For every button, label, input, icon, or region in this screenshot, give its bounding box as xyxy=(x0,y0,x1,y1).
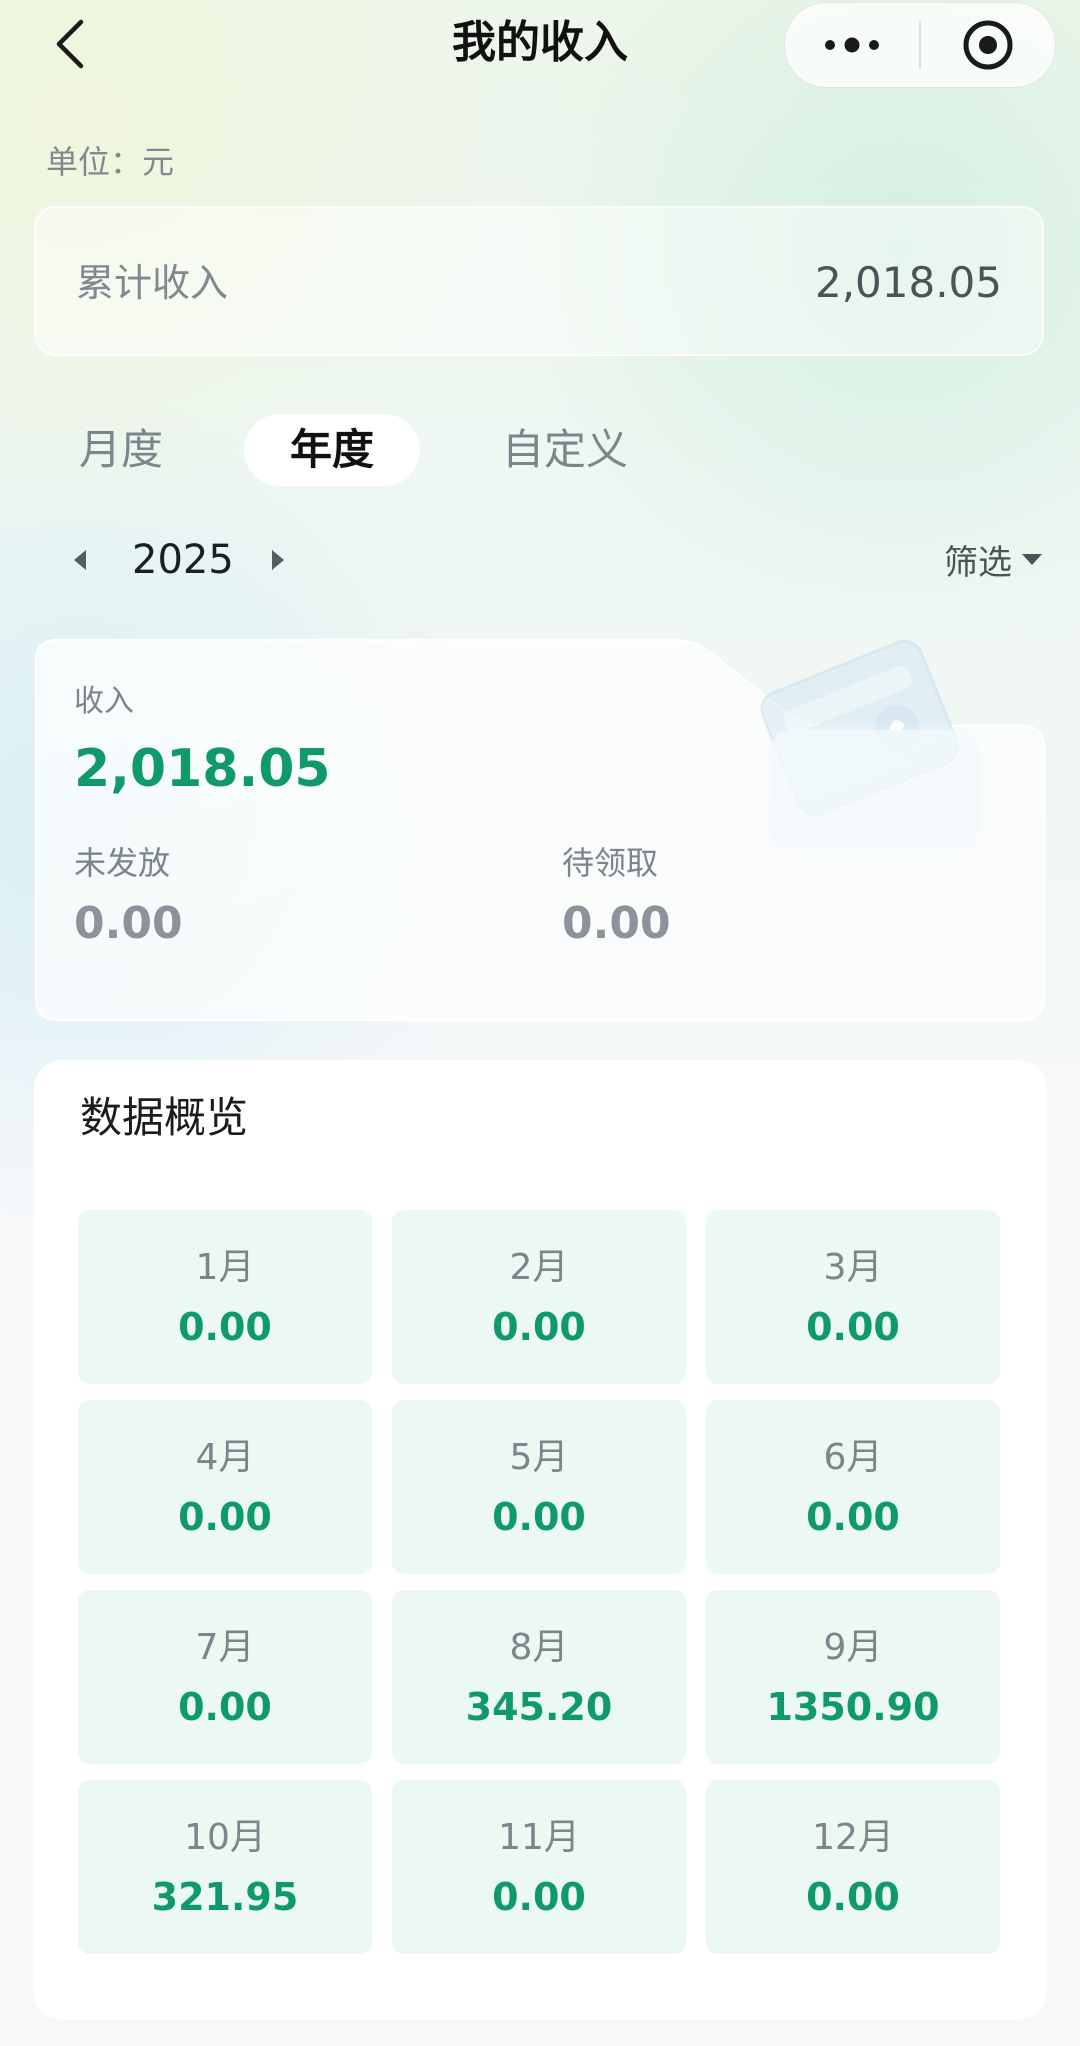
month-tile[interactable]: 3月 0.00 xyxy=(706,1210,1000,1384)
month-value: 321.95 xyxy=(151,1875,299,1919)
month-tile[interactable]: 6月 0.00 xyxy=(706,1400,1000,1574)
pending-label: 待领取 xyxy=(562,844,659,882)
previous-year-button[interactable] xyxy=(62,542,98,578)
target-circle-icon xyxy=(963,20,1013,70)
income-label: 收入 xyxy=(74,684,134,719)
filter-button[interactable]: 筛选 xyxy=(944,534,1042,584)
month-label: 12月 xyxy=(812,1817,894,1858)
back-button[interactable] xyxy=(40,14,100,74)
month-label: 11月 xyxy=(498,1817,580,1858)
month-value: 0.00 xyxy=(492,1305,586,1349)
month-tile[interactable]: 2月 0.00 xyxy=(392,1210,686,1384)
month-tile[interactable]: 5月 0.00 xyxy=(392,1400,686,1574)
month-label: 6月 xyxy=(823,1437,883,1478)
filter-label: 筛选 xyxy=(944,542,1012,583)
caret-left-icon xyxy=(74,550,86,570)
total-income-value: 2,018.05 xyxy=(814,258,1002,307)
data-overview-title: 数据概览 xyxy=(80,1093,249,1142)
month-label: 5月 xyxy=(509,1437,569,1478)
month-label: 9月 xyxy=(823,1627,883,1668)
income-value: 2,018.05 xyxy=(74,739,331,799)
month-value: 0.00 xyxy=(492,1495,586,1539)
month-tile[interactable]: 12月 0.00 xyxy=(706,1780,1000,1954)
more-dots-icon xyxy=(825,37,879,53)
unit-label: 单位：元 xyxy=(46,143,175,181)
month-label: 2月 xyxy=(509,1247,569,1288)
month-label: 7月 xyxy=(195,1627,255,1668)
month-value: 1350.90 xyxy=(766,1685,940,1729)
tab-yearly[interactable]: 年度 xyxy=(244,414,420,486)
month-grid: 1月 0.00 2月 0.00 3月 0.00 4月 0.00 5月 0.00 … xyxy=(78,1210,1002,1954)
month-value: 0.00 xyxy=(178,1495,272,1539)
month-tile[interactable]: 11月 0.00 xyxy=(392,1780,686,1954)
month-tile[interactable]: 8月 345.20 xyxy=(392,1590,686,1764)
month-label: 8月 xyxy=(509,1627,569,1668)
tab-monthly[interactable]: 月度 xyxy=(60,414,182,486)
total-income-card: 累计收入 2,018.05 xyxy=(34,206,1044,356)
pending-value: 0.00 xyxy=(562,898,671,949)
month-value: 0.00 xyxy=(178,1685,272,1729)
month-tile[interactable]: 10月 321.95 xyxy=(78,1780,372,1954)
wallet-illustration-icon xyxy=(760,639,980,850)
top-bar: 我的收入 xyxy=(0,0,1080,90)
next-year-button[interactable] xyxy=(260,542,296,578)
unreleased-label: 未发放 xyxy=(74,844,171,882)
unreleased-value: 0.00 xyxy=(74,898,183,949)
caret-right-icon xyxy=(272,550,284,570)
month-label: 1月 xyxy=(195,1247,255,1288)
month-tile[interactable]: 1月 0.00 xyxy=(78,1210,372,1384)
month-label: 10月 xyxy=(184,1817,266,1858)
month-value: 0.00 xyxy=(806,1495,900,1539)
month-value: 0.00 xyxy=(492,1875,586,1919)
caret-down-icon xyxy=(1022,553,1042,565)
month-tile[interactable]: 7月 0.00 xyxy=(78,1590,372,1764)
month-value: 345.20 xyxy=(465,1685,613,1729)
tab-custom[interactable]: 自定义 xyxy=(490,414,640,486)
close-mini-program-button[interactable] xyxy=(921,3,1055,87)
month-label: 3月 xyxy=(823,1247,883,1288)
month-tile[interactable]: 4月 0.00 xyxy=(78,1400,372,1574)
month-value: 0.00 xyxy=(178,1305,272,1349)
mini-program-capsule xyxy=(784,2,1056,88)
month-tile[interactable]: 9月 1350.90 xyxy=(706,1590,1000,1764)
total-income-label: 累计收入 xyxy=(76,261,229,305)
chevron-left-icon xyxy=(56,19,84,69)
year-label: 2025 xyxy=(132,537,234,583)
month-label: 4月 xyxy=(195,1437,255,1478)
more-button[interactable] xyxy=(785,3,919,87)
month-value: 0.00 xyxy=(806,1305,900,1349)
month-value: 0.00 xyxy=(806,1875,900,1919)
